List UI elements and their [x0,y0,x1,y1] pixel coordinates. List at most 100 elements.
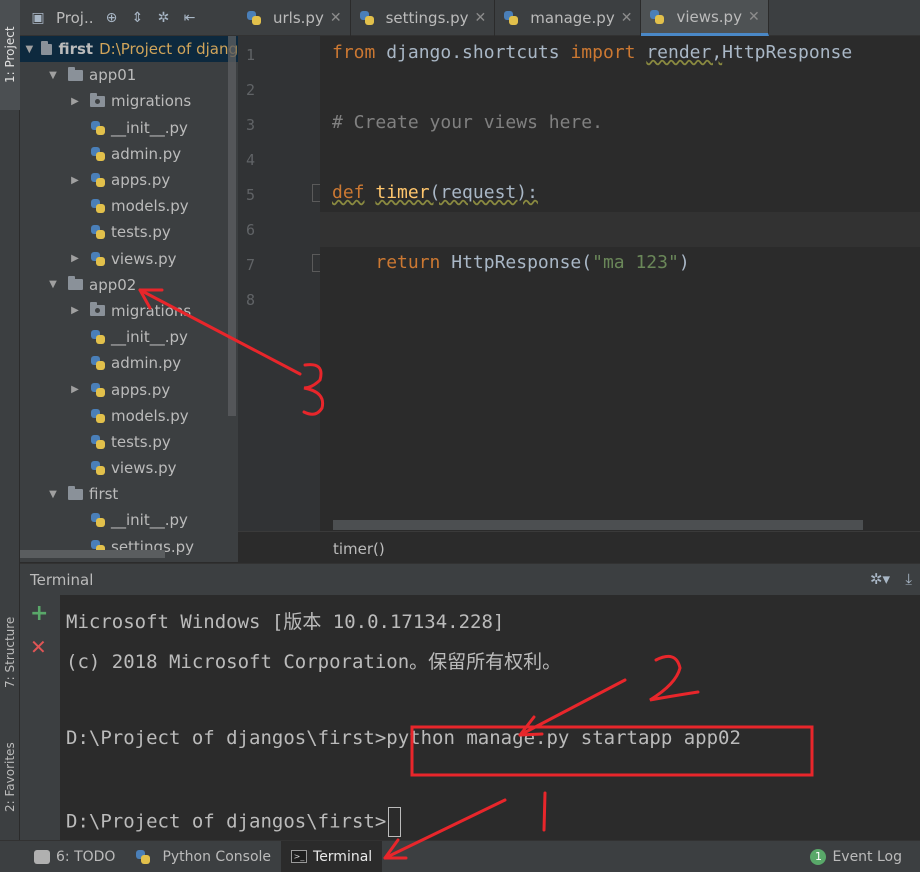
editor-tab[interactable]: views.py ✕ [641,0,769,36]
line-number: 2 [246,81,256,99]
tree-item[interactable]: ▼ first [20,481,238,507]
todo-tab-label: 6: TODO [56,848,116,865]
close-icon[interactable]: ✕ [330,10,342,26]
tree-item[interactable]: ▶ migrations [20,88,238,114]
chevron-down-icon[interactable]: ▼ [46,489,60,500]
todo-tab[interactable]: 6: TODO [24,841,125,872]
code-editor[interactable]: from django.shortcuts import render,Http… [320,36,920,531]
event-log-tab[interactable]: 1 Event Log [800,841,912,872]
close-icon[interactable]: ✕ [475,10,487,26]
tree-item[interactable]: ▶ apps.py [20,376,238,402]
tree-item[interactable]: tests.py [20,429,238,455]
python-icon [135,849,151,865]
hide-panel-icon[interactable]: ⤓ [905,570,912,588]
tree-item[interactable]: ▼ app02 [20,272,238,298]
package-folder-icon [90,302,105,317]
chevron-right-icon[interactable]: ▶ [68,305,82,316]
tree-item[interactable]: ▼ first D:\Project of djang [20,36,238,63]
editor-tab-label: manage.py [530,9,615,27]
project-panel-title[interactable]: Proj.. [56,9,94,27]
tree-item[interactable]: admin.py [20,141,238,167]
folder-icon [68,66,83,81]
close-icon[interactable]: ✕ [621,10,633,26]
chevron-down-icon[interactable]: ▼ [24,44,35,55]
locate-icon[interactable]: ⊕ [104,10,120,26]
tree-item[interactable]: ▶ views.py [20,246,238,272]
terminal-tab[interactable]: >_ Terminal [281,840,383,872]
tree-item-label: __init__.py [111,118,188,137]
code-line-3: # Create your views here. [332,112,603,133]
project-view-icon[interactable]: ▣ [30,10,46,26]
line-number: 8 [246,291,256,309]
tree-horizontal-scrollbar[interactable] [20,550,165,558]
terminal-line-command: D:\Project of djangos\first>python manag… [66,727,741,749]
tree-item[interactable]: ▶ migrations [20,298,238,324]
tree-item[interactable]: __init__.py [20,115,238,141]
terminal-header: Terminal ✲▾ ⤓ [20,563,920,595]
terminal-tab-label: Terminal [313,848,373,865]
gear-icon[interactable]: ✲▾ [870,570,890,588]
structure-tool-tab[interactable]: 7: Structure [0,600,20,705]
tree-item[interactable]: ▼ app01 [20,62,238,88]
tree-item-label: apps.py [111,171,171,190]
chevron-down-icon[interactable]: ▼ [46,279,60,290]
tree-item-label: models.py [111,406,189,425]
terminal-icon: >_ [291,850,308,863]
editor-horizontal-scrollbar[interactable] [333,520,863,530]
terminal-title: Terminal [30,570,94,589]
python-file-icon [503,10,519,26]
python-file-icon [90,408,106,424]
folder-icon [40,40,53,55]
breadcrumb-item[interactable]: timer() [333,540,385,558]
tree-item-path: D:\Project of djang [99,40,238,59]
chevron-down-icon[interactable]: ▼ [46,70,60,81]
close-icon[interactable]: ✕ [748,9,760,25]
tree-vertical-scrollbar[interactable] [228,36,236,416]
todo-icon [34,849,50,864]
tree-item[interactable]: admin.py [20,350,238,376]
tree-item[interactable]: models.py [20,403,238,429]
gear-icon[interactable]: ✲ [156,10,172,26]
tree-item-label: migrations [111,92,192,111]
close-session-icon[interactable]: ✕ [30,635,47,659]
tree-item[interactable]: tests.py [20,219,238,245]
python-file-icon [90,355,106,371]
new-session-icon[interactable]: + [30,601,48,626]
python-console-tab[interactable]: Python Console [125,841,281,872]
folder-icon [68,485,83,500]
tree-item-label: __init__.py [111,328,188,347]
terminal-line-2: (c) 2018 Microsoft Corporation。保留所有权利。 [66,651,562,673]
tree-item[interactable]: ▶ apps.py [20,167,238,193]
tree-item[interactable]: views.py [20,455,238,481]
python-file-icon [90,512,106,528]
tree-item-label: admin.py [111,354,182,373]
tree-item-label: apps.py [111,380,171,399]
tree-item[interactable]: __init__.py [20,324,238,350]
favorites-tool-tab[interactable]: 2: Favorites [0,725,20,830]
project-tool-tab-label: 1: Project [3,26,17,84]
python-file-icon [90,434,106,450]
tree-item[interactable]: __init__.py [20,507,238,533]
tree-item[interactable]: models.py [20,193,238,219]
python-file-icon [90,224,106,240]
python-file-icon [246,10,262,26]
tree-item-label: models.py [111,197,189,216]
structure-tool-tab-label: 7: Structure [3,616,17,689]
editor-tab[interactable]: urls.py ✕ [238,0,351,36]
chevron-right-icon[interactable]: ▶ [68,253,82,264]
python-file-icon [90,198,106,214]
editor-tab[interactable]: settings.py ✕ [351,0,496,36]
editor-tab-label: settings.py [385,9,469,27]
chevron-right-icon[interactable]: ▶ [68,175,82,186]
project-tree: ▼ first D:\Project of djang ▼ app01 ▶ migratio… [20,36,238,560]
tree-item-label: __init__.py [111,511,188,530]
editor-tab[interactable]: manage.py ✕ [495,0,642,36]
project-tool-tab[interactable]: 1: Project [0,0,20,110]
terminal-output[interactable]: Microsoft Windows [版本 10.0.17134.228] (c… [60,595,920,840]
chevron-right-icon[interactable]: ▶ [68,384,82,395]
hide-icon[interactable]: ⇤ [182,10,198,26]
collapse-all-icon[interactable]: ⇕ [130,10,146,26]
bottom-tool-bar: 6: TODO Python Console >_ Terminal 1 Event… [0,840,920,872]
chevron-right-icon[interactable]: ▶ [68,96,82,107]
package-folder-icon [90,92,105,107]
